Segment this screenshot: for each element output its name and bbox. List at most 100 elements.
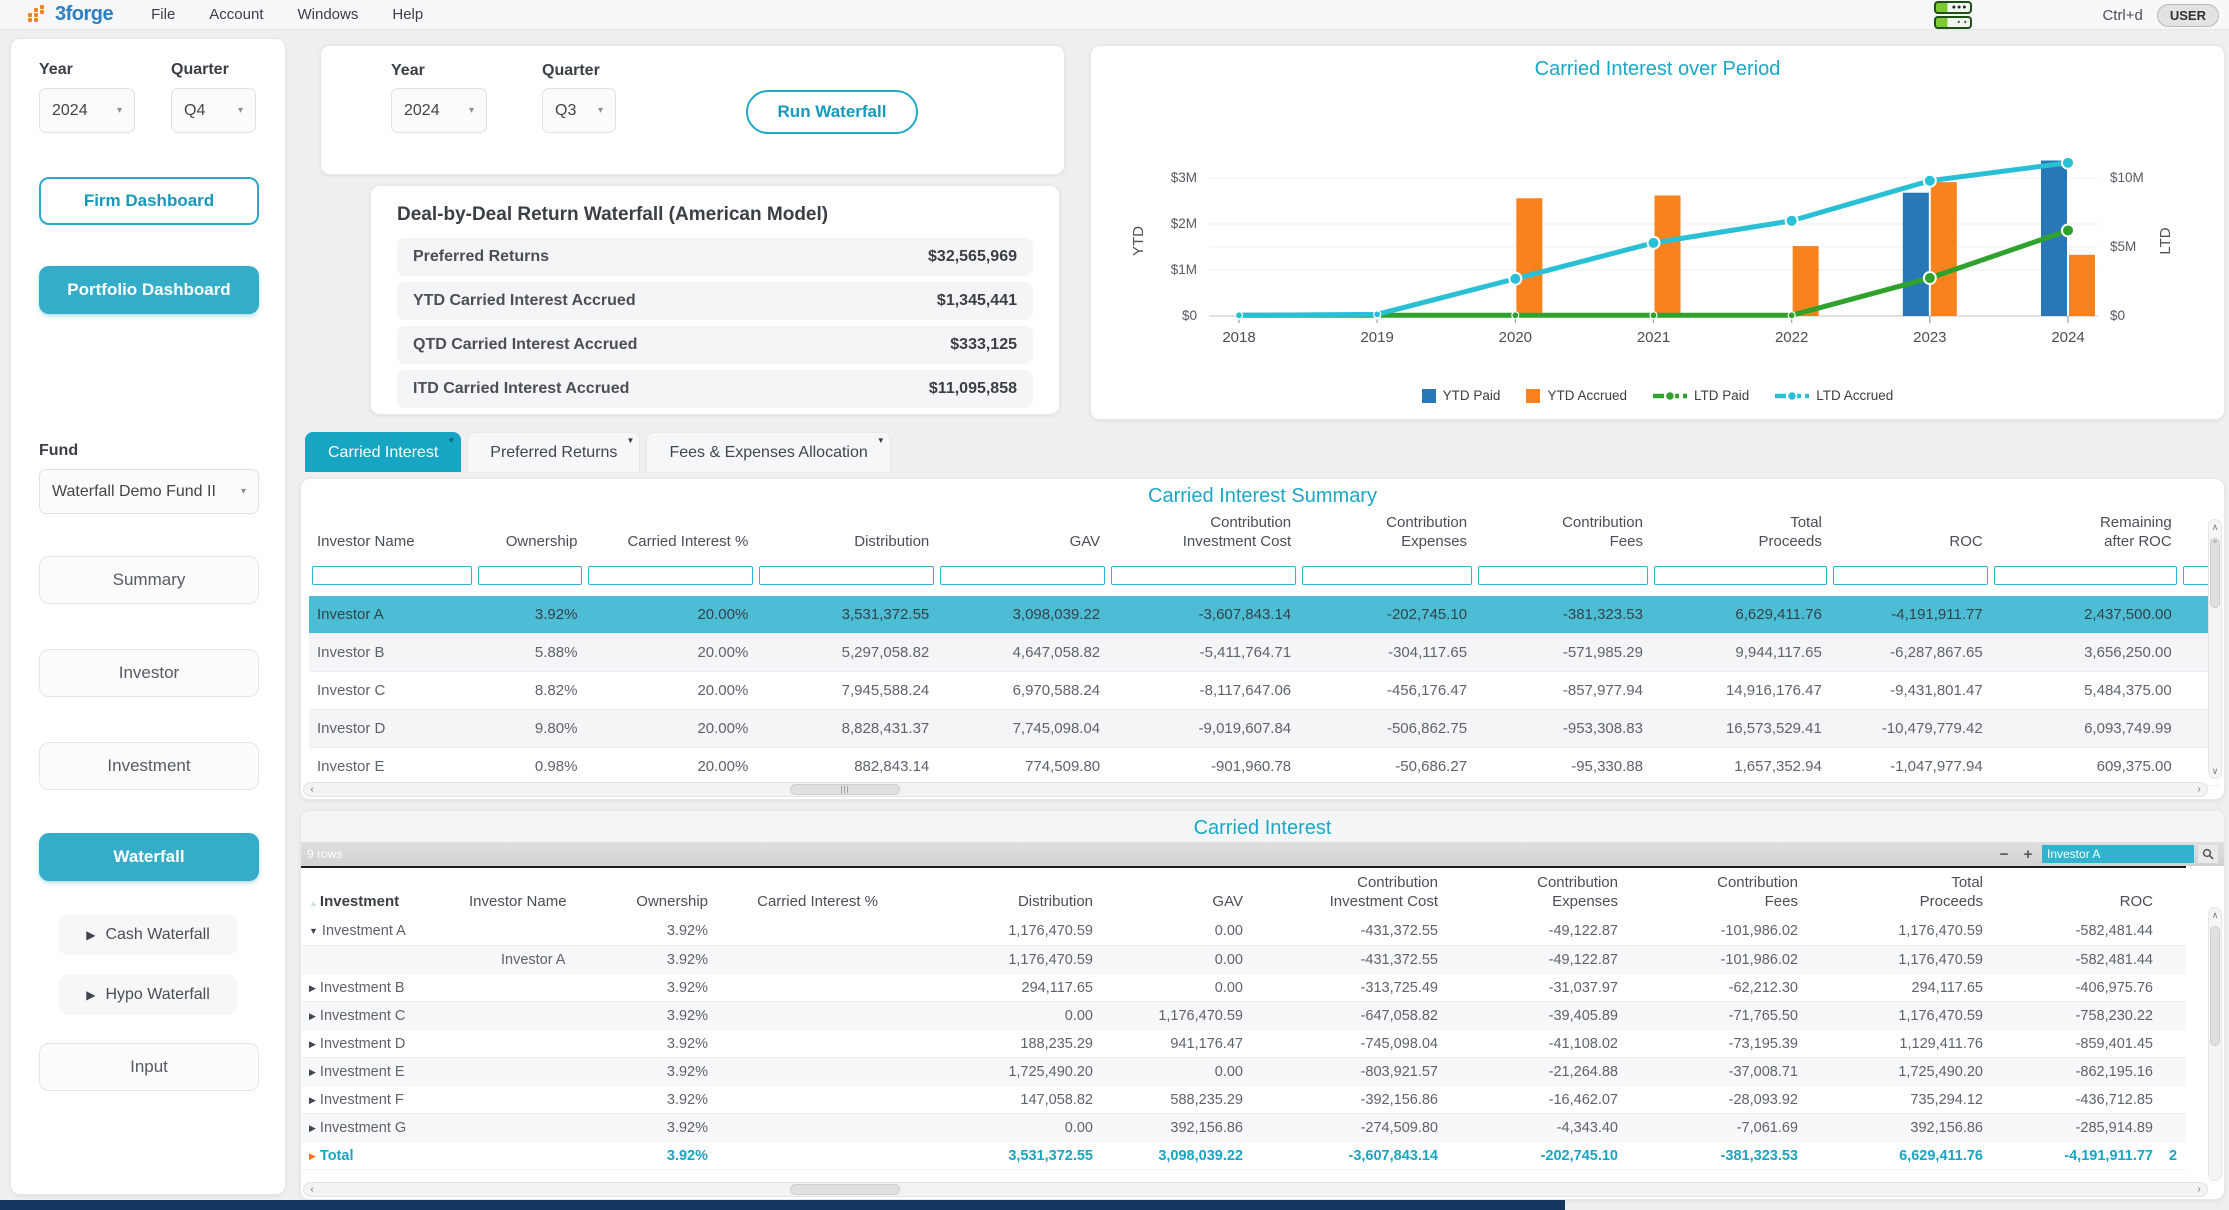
column-header[interactable] bbox=[2161, 867, 2186, 918]
column-header[interactable]: Carried Interest % bbox=[585, 510, 756, 558]
legend-item[interactable]: YTD Paid bbox=[1422, 388, 1501, 403]
column-filter-input[interactable] bbox=[1478, 566, 1648, 585]
expand-arrow-icon[interactable]: ▼ bbox=[309, 926, 318, 936]
sidebar-item-cash-waterfall[interactable]: ▶Cash Waterfall bbox=[58, 915, 238, 955]
column-filter-input[interactable] bbox=[1994, 566, 2177, 585]
column-header[interactable]: GAV bbox=[937, 510, 1108, 558]
column-filter-input[interactable] bbox=[478, 566, 583, 585]
table-row[interactable]: Investor A3.92%20.00%3,531,372.553,098,0… bbox=[309, 596, 2220, 634]
table-row[interactable]: Investor B5.88%20.00%5,297,058.824,647,0… bbox=[309, 634, 2220, 672]
detail-vertical-scrollbar[interactable]: ∧ bbox=[2208, 907, 2222, 1181]
tab-preferred-returns[interactable]: Preferred Returns▼ bbox=[467, 432, 640, 472]
table-row[interactable]: ▶Investment D3.92%188,235.29941,176.47-7… bbox=[301, 1030, 2186, 1058]
column-header[interactable]: Contribution Fees bbox=[1626, 867, 1806, 918]
menu-item-account[interactable]: Account bbox=[209, 6, 263, 23]
sidebar-item-investment[interactable]: Investment bbox=[39, 742, 259, 790]
sidebar-item-input[interactable]: Input bbox=[39, 1043, 259, 1091]
column-filter-input[interactable] bbox=[1111, 566, 1296, 585]
year-select[interactable]: 2024▾ bbox=[39, 88, 135, 133]
table-row[interactable]: ▶Investment B3.92%294,117.650.00-313,725… bbox=[301, 974, 2186, 1002]
expand-arrow-icon[interactable]: ▶ bbox=[309, 1095, 316, 1105]
table-row[interactable]: ▶Investment G3.92%0.00392,156.86-274,509… bbox=[301, 1114, 2186, 1142]
column-header[interactable]: Contribution Investment Cost bbox=[1108, 510, 1299, 558]
run-year-select[interactable]: 2024▾ bbox=[391, 88, 487, 133]
run-quarter-select[interactable]: Q3▾ bbox=[542, 88, 616, 133]
table-row[interactable]: ▼Investment A3.92%1,176,470.590.00-431,3… bbox=[301, 918, 2186, 946]
column-header[interactable]: Contribution Fees bbox=[1475, 510, 1651, 558]
column-header[interactable]: ▲Investment bbox=[301, 867, 461, 918]
column-header[interactable]: Total Proceeds bbox=[1651, 510, 1830, 558]
user-button[interactable]: USER bbox=[2157, 4, 2219, 27]
column-filter-input[interactable] bbox=[759, 566, 934, 585]
table-row[interactable]: Investor D9.80%20.00%8,828,431.377,745,0… bbox=[309, 710, 2220, 748]
tab-fees-expenses-allocation[interactable]: Fees & Expenses Allocation▼ bbox=[646, 432, 890, 472]
firm-dashboard-button[interactable]: Firm Dashboard bbox=[39, 177, 259, 225]
column-header[interactable]: Distribution bbox=[886, 867, 1101, 918]
table-row[interactable]: Investor A3.92%1,176,470.590.00-431,372.… bbox=[301, 946, 2186, 974]
column-header[interactable]: Remaining after ROC bbox=[1991, 510, 2180, 558]
legend-item[interactable]: YTD Accrued bbox=[1526, 388, 1627, 403]
menu-item-windows[interactable]: Windows bbox=[298, 6, 359, 23]
column-header[interactable]: ROC bbox=[1830, 510, 1991, 558]
summary-horizontal-scrollbar[interactable]: ‹ ||| › bbox=[303, 782, 2208, 797]
expand-arrow-icon[interactable]: ▶ bbox=[309, 1123, 316, 1133]
column-header[interactable]: GAV bbox=[1101, 867, 1251, 918]
scroll-left-icon[interactable]: ‹ bbox=[304, 784, 320, 795]
legend-item[interactable]: LTD Paid bbox=[1653, 388, 1749, 403]
scrollbar-thumb[interactable] bbox=[790, 1184, 900, 1195]
column-filter-input[interactable] bbox=[1833, 566, 1988, 585]
menu-item-file[interactable]: File bbox=[151, 6, 175, 23]
column-filter-input[interactable] bbox=[588, 566, 753, 585]
sidebar-item-hypo-waterfall[interactable]: ▶Hypo Waterfall bbox=[58, 975, 238, 1015]
scrollbar-thumb[interactable] bbox=[2210, 926, 2220, 1046]
scroll-up-icon[interactable]: ∧ bbox=[2212, 520, 2219, 534]
scroll-left-icon[interactable]: ‹ bbox=[304, 1184, 320, 1195]
column-filter-input[interactable] bbox=[940, 566, 1105, 585]
column-header[interactable]: Ownership bbox=[475, 510, 586, 558]
expand-arrow-icon[interactable]: ▶ bbox=[309, 1067, 316, 1077]
column-filter-input[interactable] bbox=[1654, 566, 1827, 585]
tab-carried-interest[interactable]: Carried Interest▼ bbox=[305, 432, 461, 472]
quarter-select[interactable]: Q4▾ bbox=[171, 88, 256, 133]
table-row[interactable]: Investor C8.82%20.00%7,945,588.246,970,5… bbox=[309, 672, 2220, 710]
column-header[interactable]: Distribution bbox=[756, 510, 937, 558]
scroll-right-icon[interactable]: › bbox=[2191, 784, 2207, 795]
search-icon[interactable] bbox=[2198, 845, 2218, 863]
column-header[interactable]: Total Proceeds bbox=[1806, 867, 1991, 918]
column-header[interactable]: Carried Interest % bbox=[716, 867, 886, 918]
scroll-up-icon[interactable]: ∧ bbox=[2212, 908, 2219, 922]
column-filter-input[interactable] bbox=[312, 566, 472, 585]
menu-item-help[interactable]: Help bbox=[392, 6, 423, 23]
scroll-right-icon[interactable]: › bbox=[2191, 1184, 2207, 1195]
expand-all-button[interactable]: + bbox=[2018, 845, 2038, 863]
table-row[interactable]: ▶Total3.92%3,531,372.553,098,039.22-3,60… bbox=[301, 1142, 2186, 1170]
summary-vertical-scrollbar[interactable]: ∧ ≡ ∨ bbox=[2208, 519, 2222, 779]
column-header[interactable]: Ownership bbox=[601, 867, 716, 918]
detail-horizontal-scrollbar[interactable]: ‹ › bbox=[303, 1182, 2208, 1197]
scrollbar-thumb[interactable]: ||| bbox=[790, 784, 900, 795]
column-header[interactable]: Contribution Expenses bbox=[1446, 867, 1626, 918]
table-row[interactable]: ▶Investment E3.92%1,725,490.200.00-803,9… bbox=[301, 1058, 2186, 1086]
collapse-all-button[interactable]: − bbox=[1994, 845, 2014, 863]
column-header[interactable]: ROC bbox=[1991, 867, 2161, 918]
expand-arrow-icon[interactable]: ▶ bbox=[309, 1151, 316, 1161]
column-header[interactable]: Contribution Expenses bbox=[1299, 510, 1475, 558]
scrollbar-thumb[interactable]: ≡ bbox=[2210, 538, 2220, 608]
table-row[interactable]: Investor E0.98%20.00%882,843.14774,509.8… bbox=[309, 748, 2220, 786]
legend-item[interactable]: LTD Accrued bbox=[1775, 388, 1893, 403]
table-row[interactable]: ▶Investment C3.92%0.001,176,470.59-647,0… bbox=[301, 1002, 2186, 1030]
fund-select[interactable]: Waterfall Demo Fund II▾ bbox=[39, 469, 259, 514]
expand-arrow-icon[interactable]: ▶ bbox=[309, 1011, 316, 1021]
sidebar-item-investor[interactable]: Investor bbox=[39, 649, 259, 697]
column-header[interactable]: Investor Name bbox=[461, 867, 601, 918]
table-row[interactable]: ▶Investment F3.92%147,058.82588,235.29-3… bbox=[301, 1086, 2186, 1114]
column-filter-input[interactable] bbox=[1302, 566, 1472, 585]
expand-arrow-icon[interactable]: ▶ bbox=[309, 983, 316, 993]
table-search-input[interactable]: Investor A bbox=[2042, 845, 2194, 863]
expand-arrow-icon[interactable]: ▶ bbox=[309, 1039, 316, 1049]
column-header[interactable]: Contribution Investment Cost bbox=[1251, 867, 1446, 918]
portfolio-dashboard-button[interactable]: Portfolio Dashboard bbox=[39, 266, 259, 314]
column-header[interactable]: Investor Name bbox=[309, 510, 475, 558]
run-waterfall-button[interactable]: Run Waterfall bbox=[746, 90, 918, 134]
scroll-down-icon[interactable]: ∨ bbox=[2212, 764, 2219, 778]
